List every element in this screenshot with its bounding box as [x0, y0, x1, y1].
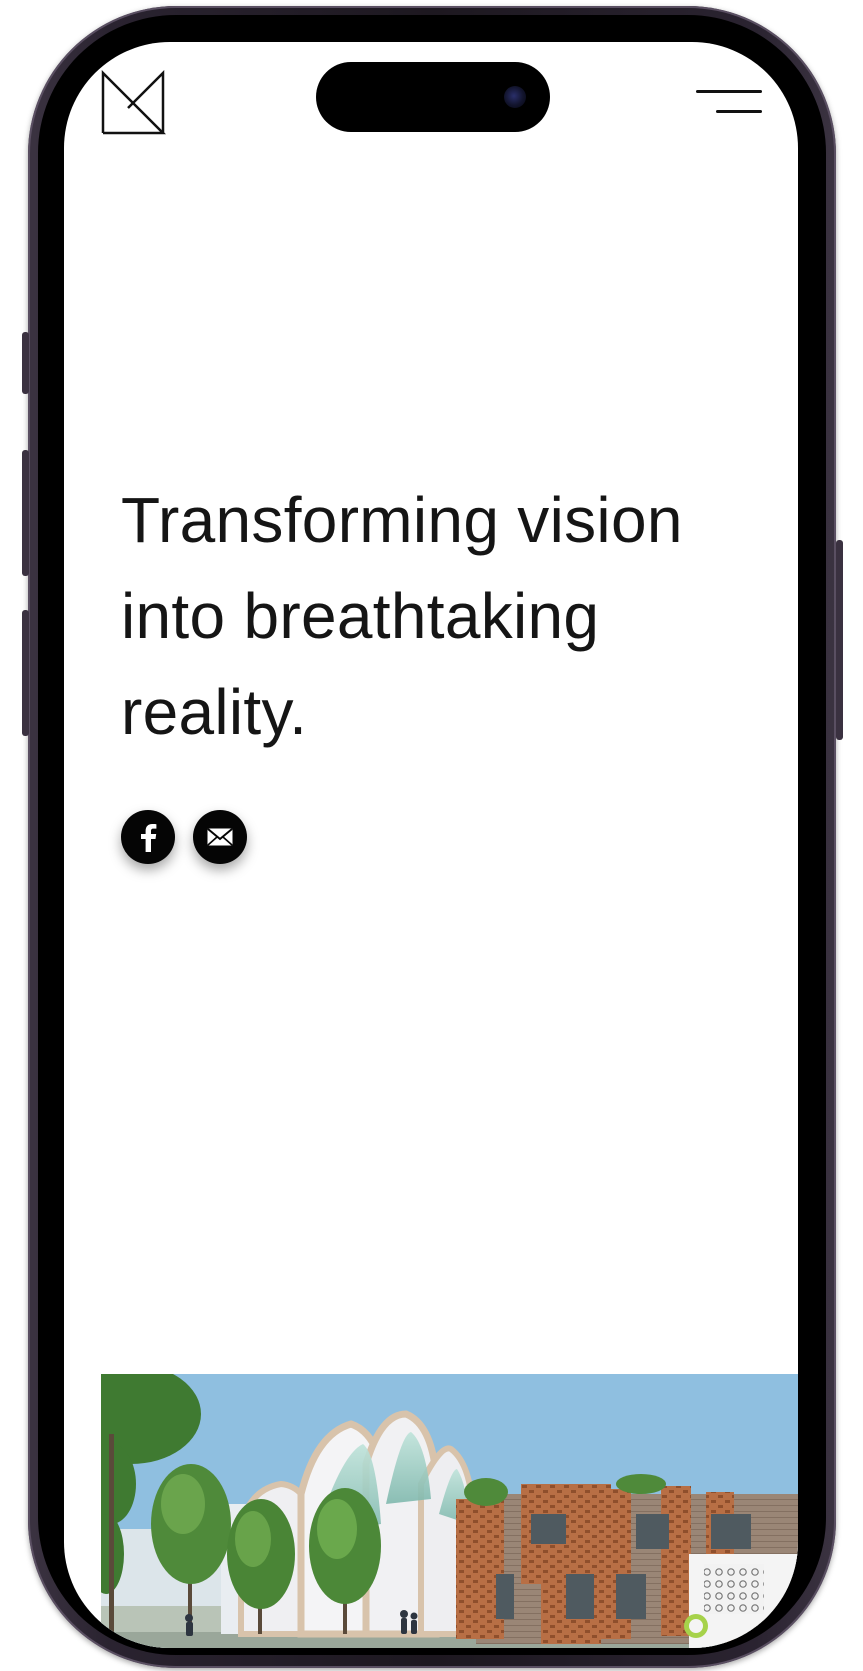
hero-line-1: Transforming vision — [121, 484, 683, 556]
hero-line-2: into breathtaking — [121, 580, 600, 652]
monogram-logo-icon[interactable] — [100, 70, 166, 136]
volume-down-button — [22, 610, 29, 736]
dynamic-island — [316, 62, 550, 132]
menu-line-top — [696, 90, 762, 93]
email-button[interactable] — [193, 810, 247, 864]
email-icon — [207, 828, 233, 846]
action-button — [22, 332, 29, 394]
hamburger-menu-icon[interactable] — [696, 86, 762, 116]
hero-line-3: reality. — [121, 676, 308, 748]
facebook-icon — [141, 824, 157, 852]
power-button — [836, 540, 843, 740]
facebook-button[interactable] — [121, 810, 175, 864]
website-screen: Transforming vision into breathtaking re… — [64, 42, 798, 1648]
featured-project-image[interactable] — [101, 1374, 798, 1648]
volume-up-button — [22, 450, 29, 576]
social-links — [121, 810, 247, 864]
hero-headline: Transforming vision into breathtaking re… — [121, 472, 761, 760]
menu-line-bottom — [716, 110, 762, 113]
front-camera — [504, 86, 526, 108]
